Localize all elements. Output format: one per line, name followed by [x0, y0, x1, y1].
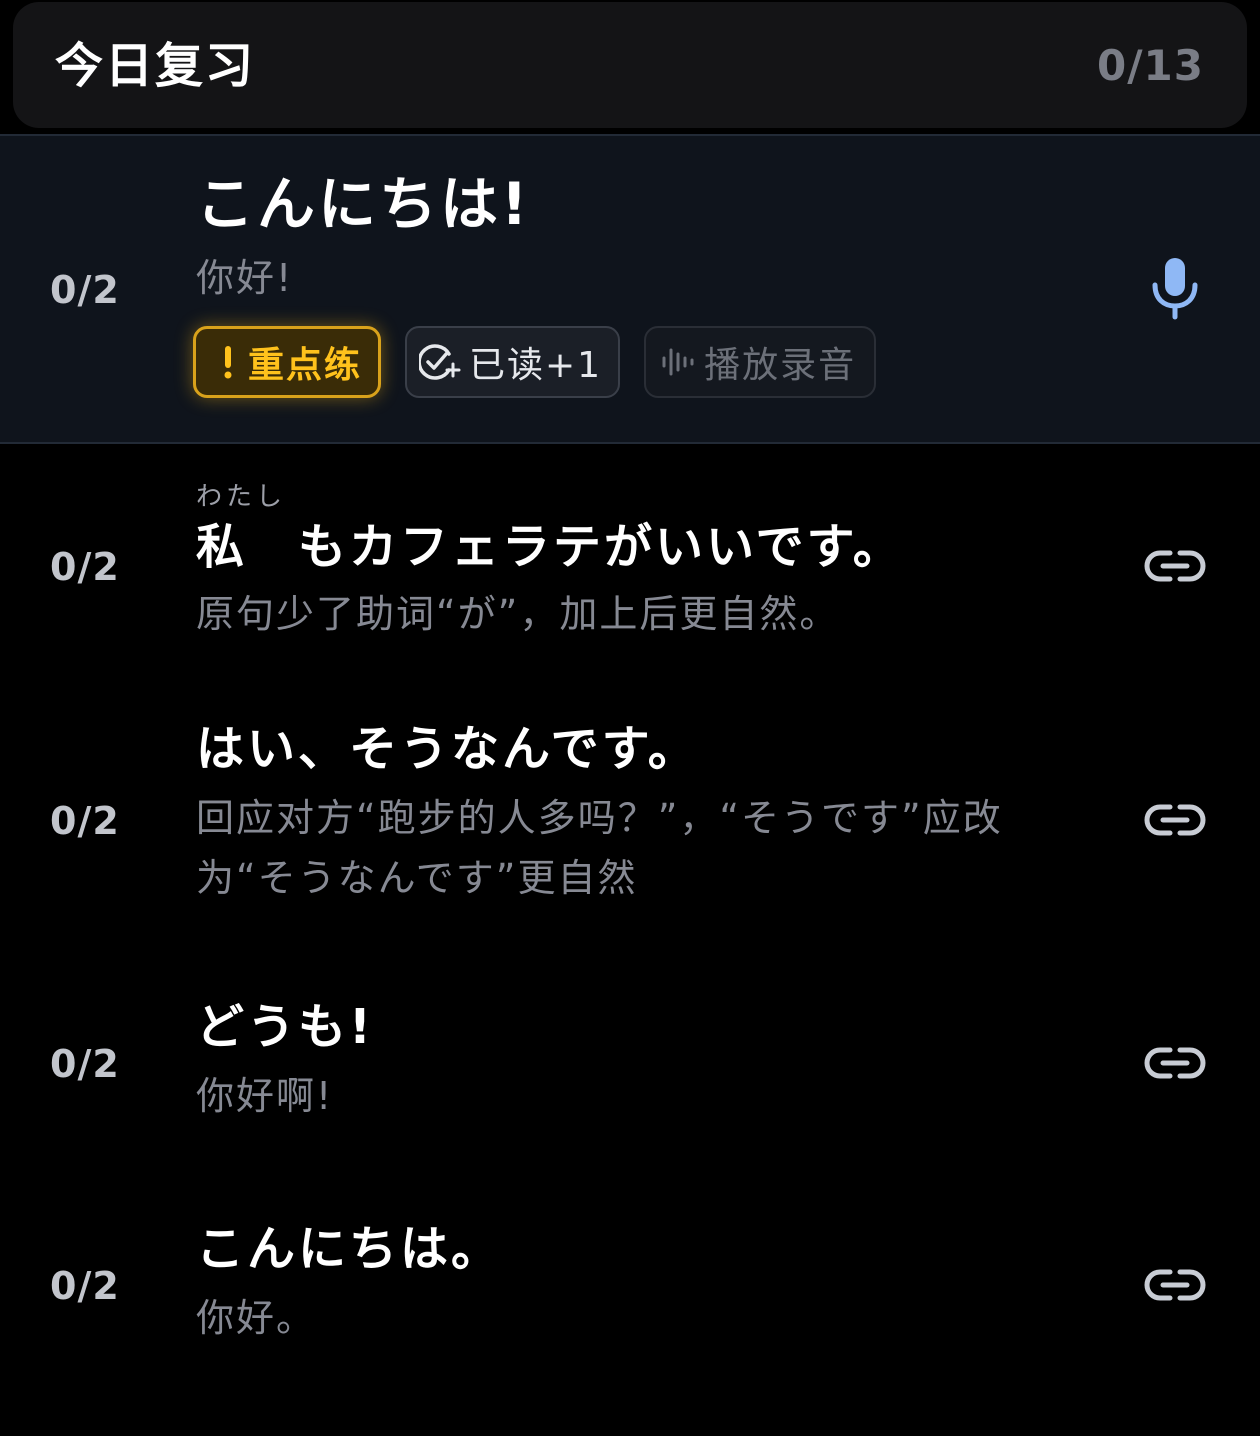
item-progress: 0/2	[50, 1264, 120, 1308]
review-header: 今日复习 0/13	[13, 2, 1247, 128]
item-translation: 你好啊!	[196, 1074, 334, 1118]
focus-practice-button[interactable]: 重点练	[193, 326, 382, 398]
link-icon[interactable]	[1140, 1038, 1210, 1088]
microphone-icon[interactable]	[1148, 255, 1202, 321]
focus-practice-label: 重点练	[248, 345, 363, 386]
item-progress: 0/2	[50, 545, 120, 589]
link-icon[interactable]	[1140, 541, 1210, 591]
item-sentence[interactable]: どうも!	[196, 996, 374, 1058]
item-sentence[interactable]: 私 もカフェラテがいいです。	[196, 516, 904, 578]
play-recording-button[interactable]: 播放录音	[644, 326, 877, 398]
mark-read-button[interactable]: 已读+1	[405, 326, 621, 398]
item-progress: 0/2	[50, 799, 120, 843]
waveform-icon	[660, 344, 696, 380]
item-sentence: こんにちは!	[196, 170, 531, 238]
link-icon[interactable]	[1140, 1260, 1210, 1310]
item-progress: 0/2	[50, 1042, 120, 1086]
review-progress-count: 0/13	[1096, 41, 1204, 90]
item-translation: 原句少了助词“が”，加上后更自然。	[196, 592, 840, 636]
item-translation: 你好。	[196, 1296, 317, 1340]
play-recording-label: 播放录音	[704, 345, 857, 386]
check-circle-plus-icon	[419, 342, 461, 382]
exclamation-icon	[216, 344, 240, 380]
item-translation: 回应对方“跑步的人多吗？”，“そうです”应改为“そうなんです”更自然	[196, 796, 1003, 900]
item-sentence[interactable]: こんにちは。	[196, 1218, 502, 1280]
header-title: 今日复习	[55, 38, 256, 94]
action-chips: 重点练 已读+1 播放录音	[193, 326, 877, 398]
mark-read-label: 已读+1	[469, 345, 603, 386]
item-progress: 0/2	[50, 268, 120, 312]
item-translation: 你好!	[196, 256, 294, 300]
link-icon[interactable]	[1140, 795, 1210, 845]
item-sentence[interactable]: はい、そうなんです。	[196, 718, 699, 780]
furigana-reading: わたし	[196, 482, 287, 512]
